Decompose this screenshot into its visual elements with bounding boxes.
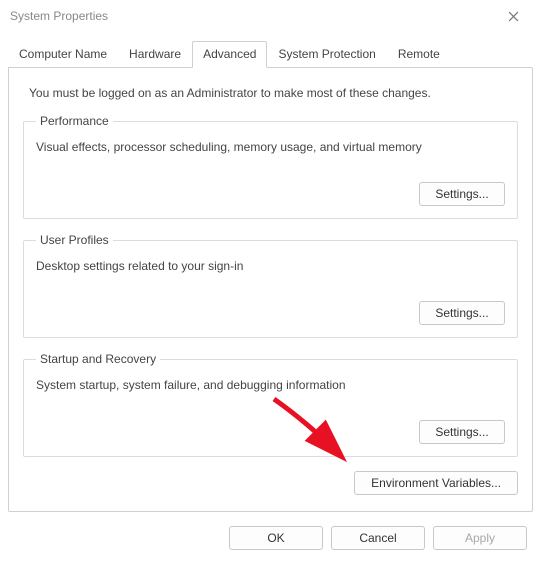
apply-button[interactable]: Apply — [433, 526, 527, 550]
group-user-profiles: User Profiles Desktop settings related t… — [23, 233, 518, 338]
group-startup-recovery: Startup and Recovery System startup, sys… — [23, 352, 518, 457]
tab-computer-name[interactable]: Computer Name — [8, 41, 118, 68]
intro-text: You must be logged on as an Administrato… — [29, 86, 512, 100]
tab-remote[interactable]: Remote — [387, 41, 451, 68]
tab-panel-advanced: You must be logged on as an Administrato… — [8, 67, 533, 512]
close-icon — [508, 11, 519, 22]
group-user-profiles-desc: Desktop settings related to your sign-in — [36, 259, 505, 273]
dialog-button-row: OK Cancel Apply — [0, 520, 541, 562]
tab-advanced[interactable]: Advanced — [192, 41, 267, 68]
group-performance-legend: Performance — [36, 114, 113, 128]
group-startup-desc: System startup, system failure, and debu… — [36, 378, 505, 392]
title-bar: System Properties — [0, 0, 541, 32]
user-profiles-settings-button[interactable]: Settings... — [419, 301, 505, 325]
window-title: System Properties — [10, 9, 108, 23]
performance-settings-button[interactable]: Settings... — [419, 182, 505, 206]
tab-system-protection[interactable]: System Protection — [267, 41, 386, 68]
ok-button[interactable]: OK — [229, 526, 323, 550]
close-button[interactable] — [493, 2, 533, 30]
startup-settings-button[interactable]: Settings... — [419, 420, 505, 444]
group-startup-legend: Startup and Recovery — [36, 352, 160, 366]
group-user-profiles-legend: User Profiles — [36, 233, 113, 247]
cancel-button[interactable]: Cancel — [331, 526, 425, 550]
group-performance-desc: Visual effects, processor scheduling, me… — [36, 140, 505, 154]
environment-variables-button[interactable]: Environment Variables... — [354, 471, 518, 495]
tab-strip: Computer Name Hardware Advanced System P… — [8, 40, 533, 67]
tab-hardware[interactable]: Hardware — [118, 41, 192, 68]
group-performance: Performance Visual effects, processor sc… — [23, 114, 518, 219]
